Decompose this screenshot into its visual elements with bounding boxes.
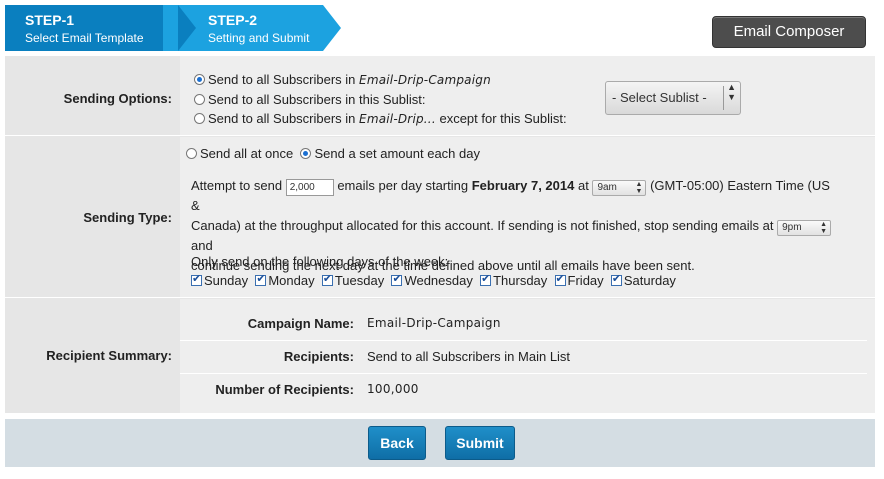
step-2-arrow: [323, 5, 341, 51]
daily-amount-input[interactable]: 2,000: [285, 179, 334, 196]
option-all-campaign-label: Send to all Subscribers in: [208, 72, 356, 87]
step-2-subtitle: Setting and Submit: [208, 31, 310, 45]
stop-time-select[interactable]: 9pm ▲ ▼: [777, 220, 832, 236]
day-label: Wednesday: [404, 273, 473, 288]
day-label: Saturday: [623, 273, 676, 288]
recipient-summary-row: Recipient Summary: Campaign Name: Email-…: [5, 299, 875, 413]
text: and: [191, 238, 213, 253]
radio-all-campaign[interactable]: [194, 74, 205, 85]
radio-send-all[interactable]: [186, 148, 197, 159]
checkbox-icon[interactable]: [610, 272, 622, 286]
updown-chevron-icon: ▲ ▼: [820, 221, 828, 235]
start-time-select[interactable]: 9am ▲ ▼: [592, 180, 647, 196]
recipient-count-value: 100,000: [367, 382, 419, 396]
sublist-select-value: - Select Sublist -: [612, 90, 707, 105]
updown-chevron-icon: ▲ ▼: [727, 82, 736, 102]
day-label: Friday: [567, 273, 604, 288]
option-sublist-label: Send to all Subscribers in this Sublist:: [208, 92, 426, 107]
step-1-title: STEP-1: [25, 12, 75, 28]
settings-form: Sending Options: Send to all Subscribers…: [5, 56, 875, 413]
days-checkboxes: Sunday Monday Tuesday Wednesday Thursday…: [191, 272, 676, 288]
option-except-label: Send to all Subscribers in: [208, 111, 356, 126]
divider: [180, 340, 867, 341]
radio-except-sublist[interactable]: [194, 113, 205, 124]
day-tuesday[interactable]: Tuesday: [321, 272, 385, 288]
campaign-name-label: Campaign Name:: [247, 316, 354, 331]
recipients-value: Send to all Subscribers in Main List: [367, 349, 571, 364]
step-progress: STEP-1 Select Email Template STEP-2 Sett…: [5, 5, 341, 51]
checkbox-icon[interactable]: [391, 272, 403, 286]
radio-send-daily[interactable]: [300, 148, 312, 159]
step-1-subtitle: Select Email Template: [25, 31, 144, 45]
checkbox-icon[interactable]: [321, 272, 333, 286]
checkbox-icon[interactable]: [480, 272, 492, 286]
checkbox-icon[interactable]: [554, 272, 566, 286]
updown-chevron-icon: ▲ ▼: [635, 181, 643, 195]
days-label: Only send on the following days of the w…: [191, 254, 449, 269]
campaign-name-truncated: Email-Drip...: [359, 112, 436, 126]
day-sunday[interactable]: Sunday: [191, 272, 249, 288]
start-date: February 7, 2014: [471, 178, 575, 193]
text: Canada) at the throughput allocated for …: [191, 218, 774, 233]
recipients-label: Recipients:: [283, 349, 354, 364]
day-label: Monday: [268, 273, 315, 288]
campaign-name-value: Email-Drip-Campaign: [367, 316, 501, 330]
sending-mode-options: Send all at once Send a set amount each …: [186, 146, 480, 161]
step-1[interactable]: STEP-1 Select Email Template: [5, 5, 180, 51]
select-divider: [723, 86, 724, 110]
step-2-title: STEP-2: [208, 12, 258, 28]
day-label: Tuesday: [334, 273, 385, 288]
send-all-label: Send all at once: [200, 146, 294, 161]
sending-options-row: Sending Options: Send to all Subscribers…: [5, 56, 875, 136]
day-monday[interactable]: Monday: [255, 272, 315, 288]
sending-type-label: Sending Type:: [83, 210, 172, 225]
step-1-arrow: [178, 5, 196, 51]
form-footer: Back Submit: [5, 419, 875, 467]
send-daily-label: Send a set amount each day: [314, 146, 480, 161]
day-label: Thursday: [493, 273, 548, 288]
text: Attempt to send: [191, 178, 283, 193]
recipient-count-label: Number of Recipients:: [215, 382, 354, 397]
email-composer-button[interactable]: Email Composer: [712, 16, 866, 48]
stop-time-value: 9pm: [782, 222, 802, 233]
option-except-sublist[interactable]: Send to all Subscribers in Email-Drip...…: [194, 111, 567, 126]
option-except-suffix: except for this Sublist:: [439, 111, 567, 126]
campaign-name-italic: Email-Drip-Campaign: [359, 73, 491, 87]
option-all-campaign[interactable]: Send to all Subscribers in Email-Drip-Ca…: [194, 72, 491, 87]
recipient-summary-label: Recipient Summary:: [46, 348, 172, 363]
day-friday[interactable]: Friday: [554, 272, 604, 288]
submit-button[interactable]: Submit: [445, 426, 515, 460]
radio-sublist[interactable]: [194, 94, 205, 105]
back-button[interactable]: Back: [368, 426, 426, 460]
sublist-select[interactable]: - Select Sublist - ▲ ▼: [605, 81, 741, 115]
divider: [180, 373, 867, 374]
start-time-value: 9am: [597, 182, 617, 193]
day-label: Sunday: [204, 273, 249, 288]
option-sublist[interactable]: Send to all Subscribers in this Sublist:: [194, 92, 426, 107]
text: at: [577, 178, 589, 193]
day-saturday[interactable]: Saturday: [610, 272, 676, 288]
sending-type-row: Sending Type: Send all at once Send a se…: [5, 137, 875, 298]
day-thursday[interactable]: Thursday: [480, 272, 548, 288]
checkbox-icon[interactable]: [191, 272, 202, 286]
checkbox-icon[interactable]: [255, 272, 267, 286]
day-wednesday[interactable]: Wednesday: [391, 272, 473, 288]
text: emails per day starting: [337, 178, 469, 193]
sending-options-label: Sending Options:: [63, 91, 172, 106]
